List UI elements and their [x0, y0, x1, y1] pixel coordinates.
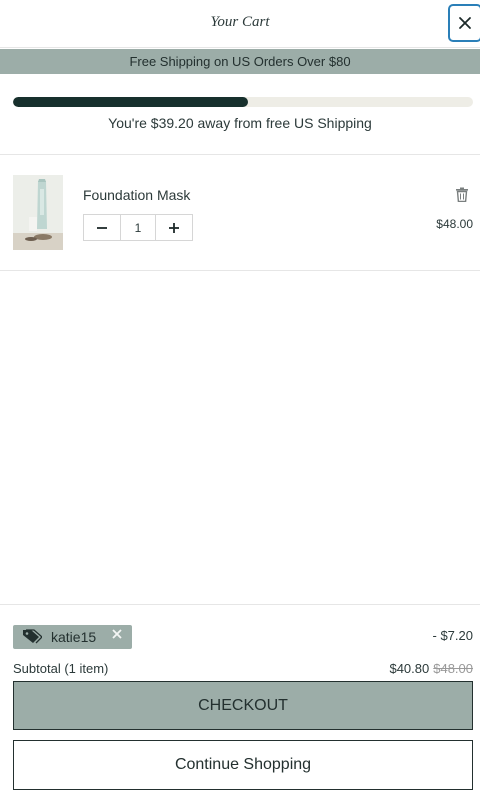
line-item-price: $48.00: [436, 217, 473, 231]
product-name[interactable]: Foundation Mask: [83, 187, 190, 203]
subtotal-label: Subtotal (1 item): [13, 661, 109, 676]
product-image: [13, 175, 63, 250]
subtotal-original-price: $48.00: [433, 661, 473, 676]
subtotal-value: $40.80: [389, 661, 430, 676]
shipping-progress-message: You're $39.20 away from free US Shipping: [108, 115, 372, 131]
divider: [0, 604, 480, 605]
cart-title: Your Cart: [210, 14, 270, 30]
discount-code: katie15: [51, 629, 97, 645]
free-shipping-banner: Free Shipping on US Orders Over $80: [0, 49, 480, 74]
tag-icon: [23, 629, 42, 644]
shipping-progress-fill: [13, 97, 248, 107]
continue-shopping-button[interactable]: Continue Shopping: [13, 740, 473, 790]
discount-code-chip: katie15: [13, 625, 132, 649]
plus-icon: [169, 222, 179, 233]
decrease-quantity-button[interactable]: [84, 215, 120, 240]
close-icon: [459, 17, 471, 29]
increase-quantity-button[interactable]: [156, 215, 192, 240]
shipping-progress-bar: [13, 97, 473, 107]
cart-header: Your Cart: [0, 0, 480, 48]
quantity-stepper: 1: [83, 214, 193, 241]
quantity-value[interactable]: 1: [120, 215, 156, 240]
minus-icon: [97, 226, 107, 229]
discount-amount: - $7.20: [432, 628, 473, 643]
divider: [0, 270, 480, 271]
subtotal-values: $40.80 $48.00: [389, 661, 473, 676]
trash-icon[interactable]: [455, 187, 469, 202]
product-thumbnail[interactable]: [13, 175, 63, 250]
divider: [0, 154, 480, 155]
remove-discount-icon[interactable]: [112, 629, 122, 639]
close-cart-button[interactable]: [448, 4, 480, 42]
checkout-button[interactable]: CHECKOUT: [13, 681, 473, 730]
